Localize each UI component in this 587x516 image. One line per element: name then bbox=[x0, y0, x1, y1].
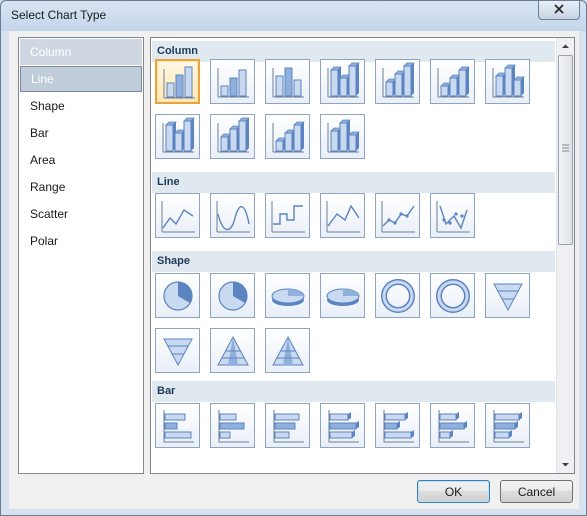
chart-thumb-column-11[interactable] bbox=[320, 114, 365, 159]
chart-thumb-shape-1[interactable] bbox=[155, 273, 200, 318]
chart-thumb-column-4[interactable] bbox=[320, 59, 365, 104]
chart-thumb-column-5[interactable] bbox=[375, 59, 420, 104]
chart-thumb-bar-3[interactable] bbox=[265, 403, 310, 448]
scroll-down-button[interactable] bbox=[558, 457, 573, 472]
bar-chart-icon bbox=[328, 410, 359, 443]
column-chart-icon bbox=[217, 117, 250, 153]
scroll-up-button[interactable] bbox=[558, 39, 573, 54]
chart-thumb-bar-5[interactable] bbox=[375, 403, 420, 448]
chart-thumb-line-4[interactable] bbox=[320, 193, 365, 238]
section-header-line: Line bbox=[152, 172, 555, 193]
chart-gallery-content: Column Line Shape Bar bbox=[151, 38, 556, 473]
column-chart-icon bbox=[163, 66, 195, 99]
column-chart-icon bbox=[327, 119, 360, 153]
shape-chart-icon bbox=[272, 335, 304, 366]
chart-gallery[interactable]: Column Line Shape Bar bbox=[150, 37, 575, 474]
chart-thumb-line-6[interactable] bbox=[430, 193, 475, 238]
chart-thumb-bar-6[interactable] bbox=[430, 403, 475, 448]
column-chart-icon bbox=[272, 121, 305, 153]
chart-thumb-bar-2[interactable] bbox=[210, 403, 255, 448]
chart-thumb-shape-3[interactable] bbox=[265, 273, 310, 318]
title-bar: Select Chart Type bbox=[1, 1, 586, 29]
chart-thumb-shape-5[interactable] bbox=[375, 273, 420, 318]
chart-thumb-shape-9[interactable] bbox=[210, 328, 255, 373]
section-header-bar: Bar bbox=[152, 381, 555, 402]
close-button[interactable] bbox=[538, 1, 580, 20]
column-chart-icon bbox=[492, 64, 525, 98]
chart-thumb-shape-4[interactable] bbox=[320, 273, 365, 318]
chart-thumb-shape-10[interactable] bbox=[265, 328, 310, 373]
close-icon bbox=[553, 3, 565, 18]
dialog-body: Column Line Shape Bar Area Range Scatter… bbox=[9, 31, 579, 509]
category-item-shape[interactable]: Shape bbox=[20, 93, 142, 119]
chart-thumb-line-1[interactable] bbox=[155, 193, 200, 238]
chevron-up-icon bbox=[562, 44, 569, 48]
category-item-line[interactable]: Line bbox=[20, 66, 142, 92]
shape-chart-icon bbox=[381, 279, 415, 313]
chart-category-list[interactable]: Column Line Shape Bar Area Range Scatter… bbox=[18, 37, 144, 474]
scrollbar-thumb[interactable] bbox=[558, 55, 573, 245]
category-item-column[interactable]: Column bbox=[20, 39, 142, 65]
bar-chart-icon bbox=[163, 410, 194, 443]
line-chart-icon bbox=[436, 201, 470, 233]
category-item-bar[interactable]: Bar bbox=[20, 120, 142, 146]
chart-thumb-column-2[interactable] bbox=[210, 59, 255, 104]
bar-chart-icon bbox=[383, 410, 414, 443]
column-chart-icon bbox=[327, 62, 360, 98]
chart-thumb-column-6[interactable] bbox=[430, 59, 475, 104]
select-chart-type-dialog: Select Chart Type Column Line Shape Bar … bbox=[0, 0, 587, 516]
chevron-down-icon bbox=[562, 463, 569, 467]
category-item-scatter[interactable]: Scatter bbox=[20, 201, 142, 227]
shape-chart-icon bbox=[217, 335, 249, 366]
line-chart-icon bbox=[271, 201, 305, 233]
chart-thumb-column-3[interactable] bbox=[265, 59, 310, 104]
column-chart-icon bbox=[217, 68, 249, 98]
bar-chart-icon bbox=[493, 410, 524, 443]
line-chart-icon bbox=[216, 201, 250, 233]
chart-thumb-column-10[interactable] bbox=[265, 114, 310, 159]
column-chart-icon bbox=[162, 117, 195, 153]
chart-thumb-bar-7[interactable] bbox=[485, 403, 530, 448]
shape-chart-icon bbox=[493, 283, 523, 312]
chart-thumb-shape-7[interactable] bbox=[485, 273, 530, 318]
bar-chart-icon bbox=[438, 410, 469, 443]
category-item-area[interactable]: Area bbox=[20, 147, 142, 173]
bar-chart-icon bbox=[218, 410, 249, 443]
chart-thumb-line-3[interactable] bbox=[265, 193, 310, 238]
line-chart-icon bbox=[326, 201, 360, 233]
chart-thumb-shape-2[interactable] bbox=[210, 273, 255, 318]
shape-chart-icon bbox=[163, 338, 193, 367]
chart-thumb-column-9[interactable] bbox=[210, 114, 255, 159]
gallery-scrollbar[interactable] bbox=[556, 38, 574, 473]
chart-thumb-line-2[interactable] bbox=[210, 193, 255, 238]
chart-thumb-shape-6[interactable] bbox=[430, 273, 475, 318]
category-item-range[interactable]: Range bbox=[20, 174, 142, 200]
ok-button[interactable]: OK bbox=[417, 480, 490, 503]
category-item-polar[interactable]: Polar bbox=[20, 228, 142, 254]
shape-chart-icon bbox=[218, 281, 248, 311]
shape-chart-icon bbox=[436, 279, 470, 313]
column-chart-icon bbox=[382, 62, 415, 98]
bar-chart-icon bbox=[273, 410, 304, 443]
cancel-button[interactable]: Cancel bbox=[500, 480, 573, 503]
chart-thumb-shape-8[interactable] bbox=[155, 328, 200, 373]
chart-thumb-column-8[interactable] bbox=[155, 114, 200, 159]
column-chart-icon bbox=[437, 66, 470, 98]
line-chart-icon bbox=[381, 201, 415, 233]
chart-thumb-line-5[interactable] bbox=[375, 193, 420, 238]
chart-thumb-column-7[interactable] bbox=[485, 59, 530, 104]
shape-chart-icon bbox=[163, 281, 193, 311]
chart-thumb-bar-4[interactable] bbox=[320, 403, 365, 448]
line-chart-icon bbox=[161, 201, 195, 233]
dialog-title: Select Chart Type bbox=[11, 8, 107, 22]
chart-thumb-bar-1[interactable] bbox=[155, 403, 200, 448]
section-header-shape: Shape bbox=[152, 251, 555, 272]
chart-thumb-column-1[interactable] bbox=[155, 59, 200, 104]
shape-chart-icon bbox=[326, 288, 360, 306]
column-chart-icon bbox=[272, 67, 304, 98]
shape-chart-icon bbox=[271, 288, 305, 306]
